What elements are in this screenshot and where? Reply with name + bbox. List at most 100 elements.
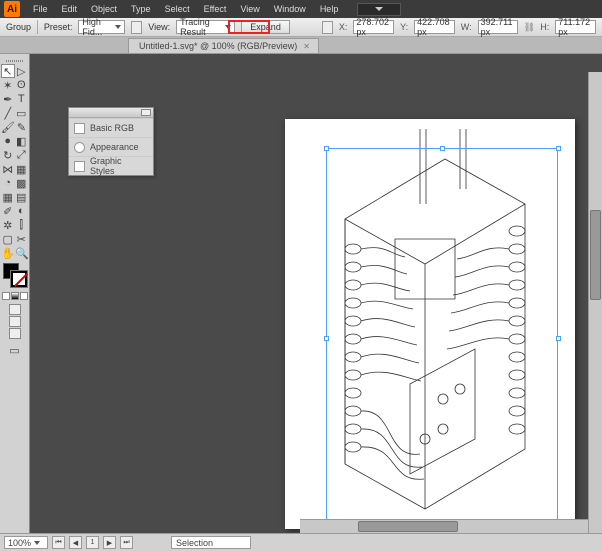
menu-select[interactable]: Select bbox=[158, 4, 197, 14]
gradient-tool[interactable]: ▤ bbox=[15, 190, 29, 204]
blob-brush-tool[interactable]: ● bbox=[1, 134, 15, 148]
graphic-styles-icon bbox=[74, 161, 85, 172]
floating-panel[interactable]: Basic RGB Appearance Graphic Styles bbox=[68, 107, 154, 176]
artboard-nav-select[interactable]: 1 bbox=[86, 536, 99, 549]
draw-behind-icon[interactable] bbox=[9, 316, 21, 327]
panel-row-appearance[interactable]: Appearance bbox=[69, 137, 153, 156]
panel-row-label: Basic RGB bbox=[90, 123, 134, 133]
menu-view[interactable]: View bbox=[233, 4, 266, 14]
menu-object[interactable]: Object bbox=[84, 4, 124, 14]
last-artboard-button[interactable]: ⏭ bbox=[120, 536, 133, 549]
lasso-tool[interactable]: ʘ bbox=[15, 78, 29, 92]
first-artboard-button[interactable]: ⏮ bbox=[52, 536, 65, 549]
horizontal-scrollbar[interactable] bbox=[300, 519, 588, 533]
illustrator-logo-icon: Ai bbox=[4, 1, 20, 17]
document-tab-title: Untitled-1.svg* @ 100% (RGB/Preview) bbox=[139, 41, 297, 51]
appearance-icon bbox=[74, 142, 85, 153]
view-select[interactable]: Tracing Result bbox=[176, 20, 235, 34]
x-input[interactable]: 278.702 px bbox=[353, 20, 394, 34]
selection-bounding-box[interactable] bbox=[326, 148, 558, 528]
selection-handle[interactable] bbox=[556, 336, 561, 341]
direct-selection-tool[interactable]: ▷ bbox=[15, 64, 29, 78]
zoom-tool[interactable]: 🔍 bbox=[15, 246, 29, 260]
eraser-tool[interactable]: ◧ bbox=[15, 134, 29, 148]
width-tool[interactable]: ⋈ bbox=[1, 162, 15, 176]
panel-row-document-info[interactable]: Basic RGB bbox=[69, 118, 153, 137]
status-info-select[interactable]: Selection bbox=[171, 536, 251, 549]
panel-row-label: Graphic Styles bbox=[90, 156, 148, 176]
menu-type[interactable]: Type bbox=[124, 4, 158, 14]
w-label: W: bbox=[461, 22, 472, 32]
mesh-tool[interactable]: ▦ bbox=[1, 190, 15, 204]
selection-handle[interactable] bbox=[324, 336, 329, 341]
panel-header[interactable] bbox=[69, 108, 153, 118]
free-transform-tool[interactable]: ▦ bbox=[15, 162, 29, 176]
pencil-tool[interactable]: ✎ bbox=[15, 120, 28, 134]
shape-builder-tool[interactable]: ◔ bbox=[1, 176, 15, 190]
toolbar: ↖▷ ✶ʘ ✒T ╱▭ 🖌✎ ●◧ ↻⤢ ⋈▦ ◔▩ ▦▤ ✐◐ ✲⫿ ▢✂ ✋… bbox=[0, 54, 30, 533]
fill-stroke-swatch[interactable] bbox=[3, 263, 27, 287]
color-mode-none[interactable] bbox=[20, 292, 28, 300]
selection-handle[interactable] bbox=[440, 146, 445, 151]
doc-profile-icon bbox=[74, 123, 85, 134]
horizontal-scroll-thumb[interactable] bbox=[358, 521, 458, 532]
rotate-tool[interactable]: ↻ bbox=[1, 148, 15, 162]
tracing-options-icon[interactable] bbox=[131, 21, 142, 34]
close-tab-icon[interactable]: ✕ bbox=[303, 42, 310, 51]
rectangle-tool[interactable]: ▭ bbox=[15, 106, 29, 120]
screen-mode-button[interactable]: ▭ bbox=[1, 343, 28, 357]
menu-edit[interactable]: Edit bbox=[55, 4, 85, 14]
color-mode-solid[interactable] bbox=[2, 292, 10, 300]
control-bar: Group Preset: High Fid... View: Tracing … bbox=[0, 18, 602, 37]
type-tool[interactable]: T bbox=[15, 92, 29, 106]
artboard-tool[interactable]: ▢ bbox=[1, 232, 15, 246]
transform-icon[interactable] bbox=[322, 21, 333, 34]
draw-normal-icon[interactable] bbox=[9, 304, 21, 315]
color-mode-row bbox=[1, 292, 28, 300]
preset-label: Preset: bbox=[44, 22, 73, 32]
selection-handle[interactable] bbox=[556, 146, 561, 151]
prev-artboard-button[interactable]: ◀ bbox=[69, 536, 82, 549]
magic-wand-tool[interactable]: ✶ bbox=[1, 78, 15, 92]
preset-select[interactable]: High Fid... bbox=[78, 20, 125, 34]
hand-tool[interactable]: ✋ bbox=[1, 246, 15, 260]
zoom-select[interactable]: 100% bbox=[4, 536, 48, 549]
symbol-sprayer-tool[interactable]: ✲ bbox=[1, 218, 15, 232]
status-bar: 100% ⏮ ◀ 1 ▶ ⏭ Selection bbox=[0, 533, 602, 551]
blend-tool[interactable]: ◐ bbox=[15, 204, 29, 218]
line-tool[interactable]: ╱ bbox=[1, 106, 15, 120]
perspective-grid-tool[interactable]: ▩ bbox=[15, 176, 29, 190]
x-label: X: bbox=[339, 22, 348, 32]
menu-file[interactable]: File bbox=[26, 4, 55, 14]
eyedropper-tool[interactable]: ✐ bbox=[1, 204, 15, 218]
menu-help[interactable]: Help bbox=[313, 4, 346, 14]
workspace-switcher[interactable] bbox=[353, 3, 401, 16]
color-mode-gradient[interactable] bbox=[11, 292, 19, 300]
slice-tool[interactable]: ✂ bbox=[15, 232, 29, 246]
document-tab[interactable]: Untitled-1.svg* @ 100% (RGB/Preview) ✕ bbox=[128, 38, 319, 53]
y-input[interactable]: 422.708 px bbox=[414, 20, 455, 34]
link-wh-icon[interactable]: ⛓ bbox=[524, 20, 534, 34]
view-label: View: bbox=[148, 22, 170, 32]
panel-row-label: Appearance bbox=[90, 142, 139, 152]
pen-tool[interactable]: ✒ bbox=[1, 92, 15, 106]
y-label: Y: bbox=[400, 22, 408, 32]
stroke-swatch[interactable] bbox=[11, 271, 27, 287]
selection-tool[interactable]: ↖ bbox=[1, 64, 15, 78]
h-input[interactable]: 711.172 px bbox=[555, 20, 596, 34]
next-artboard-button[interactable]: ▶ bbox=[103, 536, 116, 549]
menu-effect[interactable]: Effect bbox=[197, 4, 234, 14]
panel-collapse-icon[interactable] bbox=[141, 109, 151, 116]
draw-mode-group bbox=[1, 304, 28, 339]
vertical-scrollbar[interactable] bbox=[588, 72, 602, 533]
menu-window[interactable]: Window bbox=[267, 4, 313, 14]
panel-row-graphic-styles[interactable]: Graphic Styles bbox=[69, 156, 153, 175]
expand-button[interactable]: Expand bbox=[241, 20, 290, 34]
paintbrush-tool[interactable]: 🖌 bbox=[1, 120, 15, 134]
scale-tool[interactable]: ⤢ bbox=[15, 148, 29, 162]
graph-tool[interactable]: ⫿ bbox=[15, 218, 29, 232]
selection-handle[interactable] bbox=[324, 146, 329, 151]
w-input[interactable]: 392.711 px bbox=[478, 20, 519, 34]
draw-inside-icon[interactable] bbox=[9, 328, 21, 339]
vertical-scroll-thumb[interactable] bbox=[590, 210, 601, 300]
